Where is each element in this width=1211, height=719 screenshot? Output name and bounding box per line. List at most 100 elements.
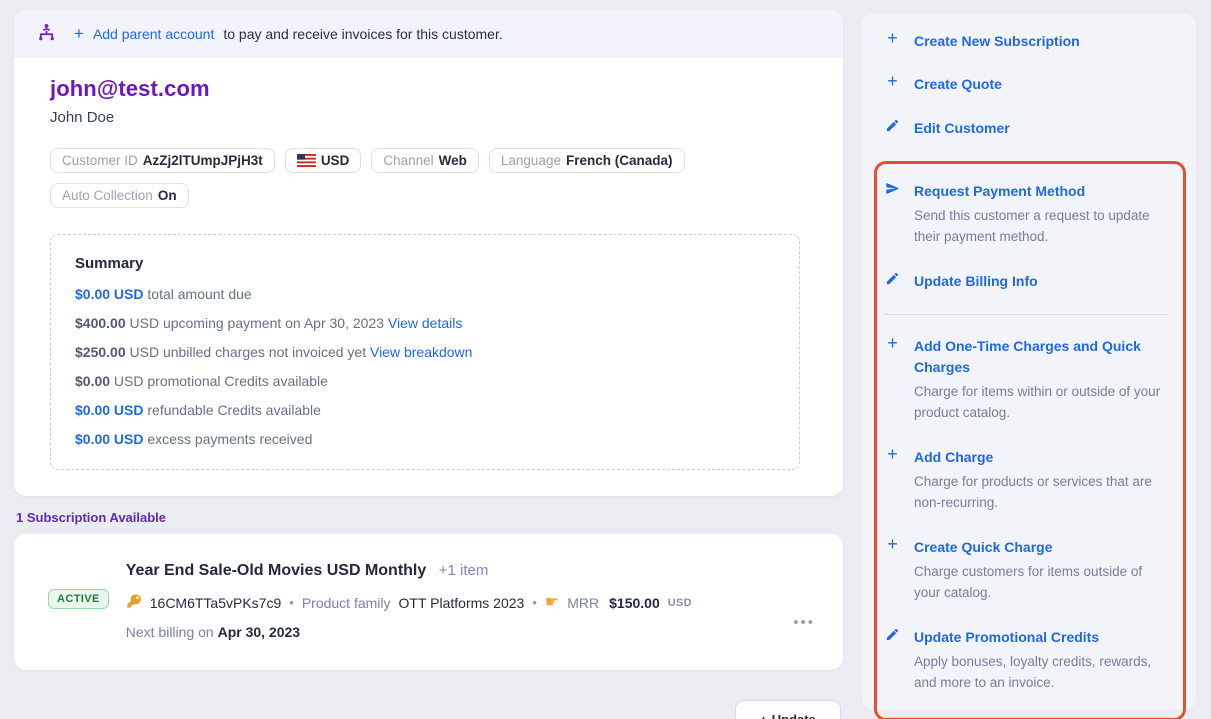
highlighted-actions-group: Request Payment Method Send this customer… — [874, 161, 1186, 719]
next-billing-label: Next billing on — [126, 624, 214, 640]
badge-value: French (Canada) — [566, 153, 673, 168]
sidebar-item-description: Charge customers for items outside of yo… — [914, 562, 1169, 604]
summary-currency: USD — [126, 315, 159, 331]
summary-amount[interactable]: $0.00 — [75, 431, 110, 447]
summary-title: Summary — [75, 255, 775, 272]
sidebar-item-edit-customer[interactable]: Edit Customer — [862, 118, 1196, 138]
summary-amount[interactable]: $0.00 — [75, 286, 110, 302]
customer-name: John Doe — [50, 109, 807, 126]
summary-text: unbilled charges not invoiced yet — [159, 344, 370, 360]
summary-amount: $400.00 — [75, 315, 126, 331]
subscription-id: 16CM6TTa5vPKs7c9 — [150, 595, 282, 611]
plus-icon: + — [887, 537, 898, 552]
mrr-amount: $150.00 — [609, 595, 660, 611]
mrr-currency: USD — [668, 597, 692, 609]
badge-customer-id[interactable]: Customer IDAzZj2lTUmpJPjH3t — [50, 148, 275, 173]
plus-icon: + — [887, 336, 898, 351]
sidebar-item-add-charge[interactable]: + Add Charge Charge for products or servic… — [877, 447, 1183, 514]
plus-icon: + — [887, 74, 898, 89]
us-flag-icon — [297, 154, 316, 167]
sidebar-item-description: Charge for products or services that are… — [914, 472, 1169, 514]
summary-row: $250.00 USD unbilled charges not invoice… — [75, 344, 775, 360]
plus-icon: + — [74, 24, 84, 44]
sidebar-item-description: Apply bonuses, loyalty credits, rewards,… — [914, 652, 1169, 694]
sidebar-item-label: Update Promotional Credits — [914, 627, 1169, 647]
sidebar-item-label: Create Quick Charge — [914, 537, 1169, 557]
sidebar-item-create-quick-charge[interactable]: + Create Quick Charge Charge customers for… — [877, 537, 1183, 604]
summary-currency: USD — [110, 431, 143, 447]
summary-amount: $250.00 — [75, 344, 126, 360]
plus-icon: + — [887, 31, 898, 46]
product-family-value: OTT Platforms 2023 — [399, 595, 525, 611]
pencil-icon — [885, 271, 900, 286]
pencil-icon — [885, 627, 900, 642]
subscription-menu-icon[interactable]: ••• — [793, 614, 815, 631]
badge-currency[interactable]: USD — [285, 148, 362, 173]
badge-channel[interactable]: Channel Web — [371, 148, 479, 173]
main-column: + Add parent account to pay and receive … — [14, 10, 843, 670]
summary-text: promotional Credits available — [144, 373, 328, 389]
summary-row: $0.00 USD excess payments received — [75, 431, 775, 447]
badge-label: Channel — [383, 153, 433, 168]
summary-currency: USD — [110, 286, 143, 302]
sidebar-item-label: Add One-Time Charges and Quick Charges — [914, 336, 1169, 377]
sidebar-item-add-one-time-charges-and-quick-charges[interactable]: +Add One-Time Charges and Quick ChargesC… — [877, 336, 1183, 423]
sidebar-item-description: Send this customer a request to update t… — [914, 206, 1169, 248]
sidebar-item-update-promotional-credits[interactable]: Update Promotional Credits Apply bonuses,… — [877, 627, 1183, 694]
parent-account-banner: + Add parent account to pay and receive … — [14, 10, 843, 58]
customer-email: john@test.com — [50, 76, 807, 102]
summary-currency: USD — [126, 344, 159, 360]
badge-value: Web — [439, 153, 467, 168]
up-arrow-icon: ↑ — [760, 712, 767, 719]
summary-row: $0.00 USD refundable Credits available — [75, 402, 775, 418]
subscription-extra-items[interactable]: +1 item — [439, 562, 489, 579]
add-parent-account-link[interactable]: Add parent account — [93, 26, 214, 42]
sidebar-item-create-quote[interactable]: + Create Quote — [862, 74, 1196, 94]
update-button[interactable]: ↑ Update — [735, 700, 841, 719]
summary-row: $400.00 USD upcoming payment on Apr 30, … — [75, 315, 775, 331]
status-badge: ACTIVE — [48, 589, 109, 609]
next-billing-date: Apr 30, 2023 — [218, 624, 301, 640]
actions-sidebar: + Create New Subscription + Create Quote Edi… — [862, 14, 1196, 710]
sidebar-item-label: Add Charge — [914, 447, 1169, 467]
badge-value: On — [158, 188, 177, 203]
badge-value: USD — [321, 153, 350, 168]
badge-label: Language — [501, 153, 561, 168]
banner-text: to pay and receive invoices for this cus… — [223, 26, 502, 42]
badge-language[interactable]: Language French (Canada) — [489, 148, 685, 173]
update-button-label: Update — [772, 712, 816, 719]
divider — [884, 314, 1169, 315]
summary-text: refundable Credits available — [144, 402, 321, 418]
bullet-separator: • — [289, 595, 294, 610]
summary-row: $0.00 USD promotional Credits available — [75, 373, 775, 389]
sidebar-item-label: Create Quote — [914, 74, 1174, 94]
key-icon — [126, 593, 142, 612]
summary-amount[interactable]: $0.00 — [75, 402, 110, 418]
divider — [884, 717, 1169, 718]
send-icon — [885, 181, 900, 196]
summary-amount: $0.00 — [75, 373, 110, 389]
sidebar-item-update-billing-info[interactable]: Update Billing Info — [877, 271, 1183, 291]
bullet-separator: • — [532, 595, 537, 610]
subscriptions-header: 1 Subscription Available — [16, 510, 843, 525]
customer-card: + Add parent account to pay and receive … — [14, 10, 843, 496]
summary-box: Summary $0.00 USD total amount due $400.0… — [50, 234, 800, 470]
sidebar-item-create-new-subscription[interactable]: + Create New Subscription — [862, 31, 1196, 51]
summary-currency: USD — [110, 373, 143, 389]
summary-row: $0.00 USD total amount due — [75, 286, 775, 302]
badge-label: Auto Collection — [62, 188, 153, 203]
summary-link[interactable]: View breakdown — [370, 344, 472, 360]
summary-link[interactable]: View details — [388, 315, 462, 331]
summary-currency: USD — [110, 402, 143, 418]
sidebar-item-label: Create New Subscription — [914, 31, 1174, 51]
plus-icon: + — [887, 447, 898, 462]
sidebar-item-label: Request Payment Method — [914, 181, 1169, 201]
badge-auto-collection[interactable]: Auto Collection On — [50, 183, 189, 208]
subscription-title: Year End Sale-Old Movies USD Monthly — [126, 562, 427, 579]
pencil-icon — [885, 118, 900, 133]
sidebar-item-request-payment-method[interactable]: Request Payment Method Send this customer… — [877, 181, 1183, 248]
badge-value: AzZj2lTUmpJPjH3t — [143, 153, 263, 168]
product-family-label: Product family — [302, 595, 391, 611]
sidebar-item-label: Update Billing Info — [914, 271, 1169, 291]
summary-text: upcoming payment on Apr 30, 2023 — [159, 315, 388, 331]
